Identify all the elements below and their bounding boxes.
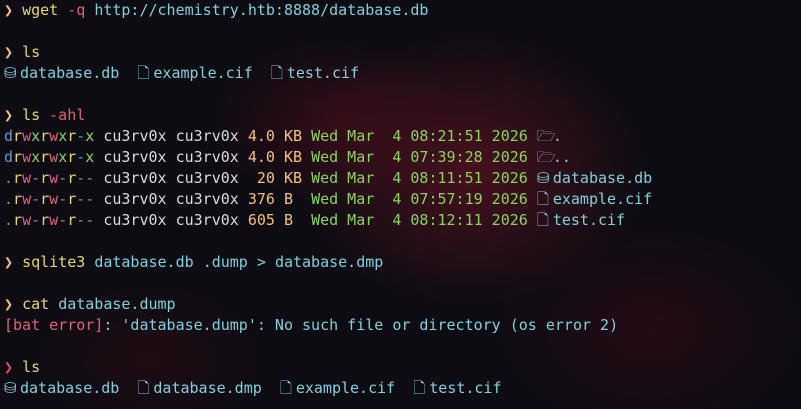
file-size: 4.0 KB <box>247 148 303 166</box>
permissions: .rw-rw-r-- <box>4 169 95 187</box>
modified-date: Wed Mar 4 07:57:19 2026 <box>311 190 528 208</box>
file-icon: 🗋 <box>137 64 150 82</box>
file-name: example.cif <box>552 190 653 208</box>
modified-date: Wed Mar 4 08:21:51 2026 <box>311 127 528 145</box>
group: cu3rv0x <box>175 169 239 187</box>
command-line-sqlite3: ❯ sqlite3 database.db .dump > database.d… <box>4 252 801 273</box>
file-name: test.cif <box>429 379 502 397</box>
file-size: 20 KB <box>247 169 303 187</box>
command-line-cat: ❯ cat database.dump <box>4 294 801 315</box>
listing-row: .rw-rw-r-- cu3rv0x cu3rv0x 376 B Wed Mar… <box>4 189 801 210</box>
ls-long-listing: drwxrwxr-x cu3rv0x cu3rv0x 4.0 KB Wed Ma… <box>4 126 801 231</box>
command-name: cat <box>22 295 50 313</box>
folder-open-icon: 🗁 <box>536 127 556 145</box>
file-size: 376 B <box>247 190 303 208</box>
file-name: database.db <box>20 379 120 397</box>
group: cu3rv0x <box>175 148 239 166</box>
database-icon: ⛁ <box>536 169 550 187</box>
command-name: ls <box>22 358 41 376</box>
redirect-operator: > <box>256 253 266 271</box>
prompt-symbol: ❯ <box>4 43 14 61</box>
database-icon: ⛁ <box>4 64 17 82</box>
owner: cu3rv0x <box>103 127 167 145</box>
command-line-ls: ❯ ls <box>4 42 801 63</box>
permissions: drwxrwxr-x <box>4 127 95 145</box>
file-size: 605 B <box>247 211 303 229</box>
file-name: database.db <box>552 169 653 187</box>
file-name: test.cif <box>552 211 626 229</box>
modified-date: Wed Mar 4 08:11:51 2026 <box>311 169 528 187</box>
prompt-symbol: ❯ <box>4 358 14 376</box>
file-name: database.db <box>20 64 120 82</box>
command-flag: -ahl <box>49 106 86 124</box>
group: cu3rv0x <box>175 127 239 145</box>
file-name: database.dmp <box>153 379 262 397</box>
terminal-output: ❯ wget -q http://chemistry.htb:8888/data… <box>4 0 801 399</box>
file-icon: 🗋 <box>413 379 426 397</box>
command-arg: database.dmp <box>274 253 384 271</box>
error-label: [bat error] <box>4 316 104 334</box>
prompt-symbol: ❯ <box>4 106 14 124</box>
file-name: test.cif <box>286 64 360 82</box>
group: cu3rv0x <box>175 190 239 208</box>
command-line-ls-ahl: ❯ ls -ahl <box>4 105 801 126</box>
listing-row: drwxrwxr-x cu3rv0x cu3rv0x 4.0 KB Wed Ma… <box>4 147 801 168</box>
command-name: ls <box>22 43 41 61</box>
prompt-symbol: ❯ <box>4 295 14 313</box>
permissions: .rw-rw-r-- <box>4 190 95 208</box>
command-name: wget <box>22 1 59 19</box>
prompt-symbol: ❯ <box>4 1 14 19</box>
group: cu3rv0x <box>175 211 239 229</box>
ls-output: ⛁ database.db 🗋 example.cif 🗋 test.cif <box>4 63 801 84</box>
permissions: .rw-rw-r-- <box>4 211 95 229</box>
file-name: example.cif <box>295 379 396 397</box>
permissions: drwxrwxr-x <box>4 148 95 166</box>
command-arg: .dump <box>202 253 248 271</box>
terminal-window[interactable]: ❯ wget -q http://chemistry.htb:8888/data… <box>0 0 801 409</box>
file-icon: 🗋 <box>536 211 549 229</box>
command-url: http://chemistry.htb:8888/database.db <box>94 1 429 19</box>
owner: cu3rv0x <box>103 148 167 166</box>
command-flag: -q <box>67 1 86 19</box>
file-size: 4.0 KB <box>247 127 303 145</box>
file-icon: 🗋 <box>536 190 549 208</box>
listing-row: drwxrwxr-x cu3rv0x cu3rv0x 4.0 KB Wed Ma… <box>4 126 801 147</box>
file-name: . <box>552 127 562 145</box>
listing-row: .rw-rw-r-- cu3rv0x cu3rv0x 20 KB Wed Mar… <box>4 168 801 189</box>
owner: cu3rv0x <box>103 211 167 229</box>
ls-output: ⛁ database.db 🗋 database.dmp 🗋 example.cif … <box>4 378 801 399</box>
file-icon: 🗋 <box>137 379 150 397</box>
file-icon: 🗋 <box>270 64 283 82</box>
owner: cu3rv0x <box>103 190 167 208</box>
command-line-wget: ❯ wget -q http://chemistry.htb:8888/data… <box>4 0 801 21</box>
command-name: ls <box>22 106 41 124</box>
database-icon: ⛁ <box>4 379 17 397</box>
command-arg: database.dump <box>58 295 176 313</box>
command-name: sqlite3 <box>22 253 86 271</box>
file-name: .. <box>552 148 571 166</box>
error-text: : 'database.dump': No such file or direc… <box>103 316 619 334</box>
modified-date: Wed Mar 4 08:12:11 2026 <box>311 211 528 229</box>
listing-row: .rw-rw-r-- cu3rv0x cu3rv0x 605 B Wed Mar… <box>4 210 801 231</box>
folder-open-icon: 🗁 <box>536 148 556 166</box>
command-line-ls: ❯ ls <box>4 357 801 378</box>
error-message: [bat error]: 'database.dump': No such fi… <box>4 315 801 336</box>
command-arg: database.db <box>94 253 194 271</box>
file-icon: 🗋 <box>279 379 292 397</box>
prompt-symbol: ❯ <box>4 253 14 271</box>
file-name: example.cif <box>153 64 253 82</box>
modified-date: Wed Mar 4 07:39:28 2026 <box>311 148 528 166</box>
owner: cu3rv0x <box>103 169 167 187</box>
